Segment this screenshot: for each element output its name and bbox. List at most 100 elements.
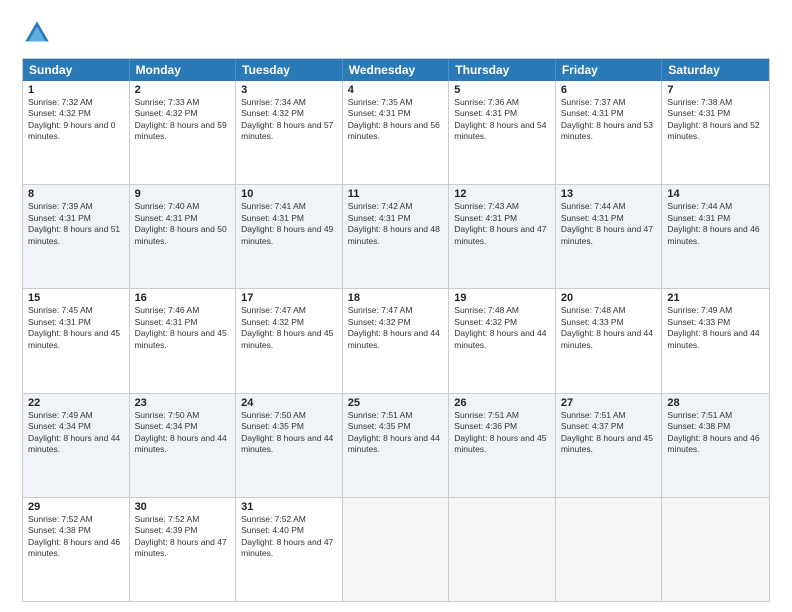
cal-cell: 27Sunrise: 7:51 AMSunset: 4:37 PMDayligh… (556, 394, 663, 497)
cell-info: Sunrise: 7:35 AMSunset: 4:31 PMDaylight:… (348, 97, 444, 143)
header-day-saturday: Saturday (662, 59, 769, 81)
cell-info: Sunrise: 7:44 AMSunset: 4:31 PMDaylight:… (667, 201, 764, 247)
cal-cell: 25Sunrise: 7:51 AMSunset: 4:35 PMDayligh… (343, 394, 450, 497)
cal-cell: 1Sunrise: 7:32 AMSunset: 4:32 PMDaylight… (23, 81, 130, 184)
cell-info: Sunrise: 7:52 AMSunset: 4:39 PMDaylight:… (135, 514, 231, 560)
day-number: 4 (348, 84, 444, 96)
cal-cell: 20Sunrise: 7:48 AMSunset: 4:33 PMDayligh… (556, 289, 663, 392)
day-number: 9 (135, 188, 231, 200)
calendar-body: 1Sunrise: 7:32 AMSunset: 4:32 PMDaylight… (23, 81, 769, 601)
cell-info: Sunrise: 7:51 AMSunset: 4:38 PMDaylight:… (667, 410, 764, 456)
cal-cell: 3Sunrise: 7:34 AMSunset: 4:32 PMDaylight… (236, 81, 343, 184)
day-number: 6 (561, 84, 657, 96)
cell-info: Sunrise: 7:42 AMSunset: 4:31 PMDaylight:… (348, 201, 444, 247)
day-number: 25 (348, 397, 444, 409)
cal-cell: 10Sunrise: 7:41 AMSunset: 4:31 PMDayligh… (236, 185, 343, 288)
day-number: 15 (28, 292, 124, 304)
cal-cell: 6Sunrise: 7:37 AMSunset: 4:31 PMDaylight… (556, 81, 663, 184)
cal-cell: 24Sunrise: 7:50 AMSunset: 4:35 PMDayligh… (236, 394, 343, 497)
day-number: 24 (241, 397, 337, 409)
cell-info: Sunrise: 7:32 AMSunset: 4:32 PMDaylight:… (28, 97, 124, 143)
cell-info: Sunrise: 7:45 AMSunset: 4:31 PMDaylight:… (28, 305, 124, 351)
cell-info: Sunrise: 7:38 AMSunset: 4:31 PMDaylight:… (667, 97, 764, 143)
cell-info: Sunrise: 7:52 AMSunset: 4:40 PMDaylight:… (241, 514, 337, 560)
cell-info: Sunrise: 7:51 AMSunset: 4:35 PMDaylight:… (348, 410, 444, 456)
day-number: 31 (241, 501, 337, 513)
day-number: 13 (561, 188, 657, 200)
cal-cell: 18Sunrise: 7:47 AMSunset: 4:32 PMDayligh… (343, 289, 450, 392)
cell-info: Sunrise: 7:44 AMSunset: 4:31 PMDaylight:… (561, 201, 657, 247)
header-day-sunday: Sunday (23, 59, 130, 81)
cal-cell (343, 498, 450, 601)
cal-cell: 31Sunrise: 7:52 AMSunset: 4:40 PMDayligh… (236, 498, 343, 601)
day-number: 16 (135, 292, 231, 304)
header-day-friday: Friday (556, 59, 663, 81)
day-number: 29 (28, 501, 124, 513)
day-number: 18 (348, 292, 444, 304)
cal-cell: 28Sunrise: 7:51 AMSunset: 4:38 PMDayligh… (662, 394, 769, 497)
day-number: 8 (28, 188, 124, 200)
calendar-header: SundayMondayTuesdayWednesdayThursdayFrid… (23, 59, 769, 81)
cal-cell: 13Sunrise: 7:44 AMSunset: 4:31 PMDayligh… (556, 185, 663, 288)
day-number: 30 (135, 501, 231, 513)
day-number: 10 (241, 188, 337, 200)
cell-info: Sunrise: 7:49 AMSunset: 4:34 PMDaylight:… (28, 410, 124, 456)
cal-cell: 2Sunrise: 7:33 AMSunset: 4:32 PMDaylight… (130, 81, 237, 184)
day-number: 11 (348, 188, 444, 200)
cell-info: Sunrise: 7:52 AMSunset: 4:38 PMDaylight:… (28, 514, 124, 560)
cell-info: Sunrise: 7:51 AMSunset: 4:37 PMDaylight:… (561, 410, 657, 456)
cell-info: Sunrise: 7:41 AMSunset: 4:31 PMDaylight:… (241, 201, 337, 247)
day-number: 20 (561, 292, 657, 304)
header (22, 18, 770, 48)
cal-cell: 26Sunrise: 7:51 AMSunset: 4:36 PMDayligh… (449, 394, 556, 497)
header-day-wednesday: Wednesday (343, 59, 450, 81)
day-number: 28 (667, 397, 764, 409)
week-row-3: 15Sunrise: 7:45 AMSunset: 4:31 PMDayligh… (23, 289, 769, 393)
cal-cell (449, 498, 556, 601)
cal-cell: 7Sunrise: 7:38 AMSunset: 4:31 PMDaylight… (662, 81, 769, 184)
logo-icon (22, 18, 52, 48)
day-number: 22 (28, 397, 124, 409)
cell-info: Sunrise: 7:47 AMSunset: 4:32 PMDaylight:… (348, 305, 444, 351)
cal-cell: 11Sunrise: 7:42 AMSunset: 4:31 PMDayligh… (343, 185, 450, 288)
cell-info: Sunrise: 7:37 AMSunset: 4:31 PMDaylight:… (561, 97, 657, 143)
cell-info: Sunrise: 7:33 AMSunset: 4:32 PMDaylight:… (135, 97, 231, 143)
header-day-tuesday: Tuesday (236, 59, 343, 81)
cal-cell: 14Sunrise: 7:44 AMSunset: 4:31 PMDayligh… (662, 185, 769, 288)
cal-cell (556, 498, 663, 601)
week-row-4: 22Sunrise: 7:49 AMSunset: 4:34 PMDayligh… (23, 394, 769, 498)
cell-info: Sunrise: 7:34 AMSunset: 4:32 PMDaylight:… (241, 97, 337, 143)
cal-cell: 4Sunrise: 7:35 AMSunset: 4:31 PMDaylight… (343, 81, 450, 184)
cal-cell: 17Sunrise: 7:47 AMSunset: 4:32 PMDayligh… (236, 289, 343, 392)
page: SundayMondayTuesdayWednesdayThursdayFrid… (0, 0, 792, 612)
week-row-2: 8Sunrise: 7:39 AMSunset: 4:31 PMDaylight… (23, 185, 769, 289)
cell-info: Sunrise: 7:46 AMSunset: 4:31 PMDaylight:… (135, 305, 231, 351)
day-number: 19 (454, 292, 550, 304)
header-day-monday: Monday (130, 59, 237, 81)
day-number: 27 (561, 397, 657, 409)
day-number: 3 (241, 84, 337, 96)
cal-cell: 15Sunrise: 7:45 AMSunset: 4:31 PMDayligh… (23, 289, 130, 392)
cell-info: Sunrise: 7:51 AMSunset: 4:36 PMDaylight:… (454, 410, 550, 456)
week-row-5: 29Sunrise: 7:52 AMSunset: 4:38 PMDayligh… (23, 498, 769, 601)
cal-cell: 23Sunrise: 7:50 AMSunset: 4:34 PMDayligh… (130, 394, 237, 497)
cal-cell: 12Sunrise: 7:43 AMSunset: 4:31 PMDayligh… (449, 185, 556, 288)
cal-cell (662, 498, 769, 601)
cell-info: Sunrise: 7:48 AMSunset: 4:32 PMDaylight:… (454, 305, 550, 351)
cal-cell: 5Sunrise: 7:36 AMSunset: 4:31 PMDaylight… (449, 81, 556, 184)
day-number: 7 (667, 84, 764, 96)
cal-cell: 30Sunrise: 7:52 AMSunset: 4:39 PMDayligh… (130, 498, 237, 601)
cell-info: Sunrise: 7:50 AMSunset: 4:34 PMDaylight:… (135, 410, 231, 456)
day-number: 5 (454, 84, 550, 96)
cell-info: Sunrise: 7:48 AMSunset: 4:33 PMDaylight:… (561, 305, 657, 351)
cell-info: Sunrise: 7:47 AMSunset: 4:32 PMDaylight:… (241, 305, 337, 351)
cell-info: Sunrise: 7:40 AMSunset: 4:31 PMDaylight:… (135, 201, 231, 247)
day-number: 23 (135, 397, 231, 409)
cell-info: Sunrise: 7:39 AMSunset: 4:31 PMDaylight:… (28, 201, 124, 247)
cal-cell: 19Sunrise: 7:48 AMSunset: 4:32 PMDayligh… (449, 289, 556, 392)
cal-cell: 22Sunrise: 7:49 AMSunset: 4:34 PMDayligh… (23, 394, 130, 497)
day-number: 17 (241, 292, 337, 304)
day-number: 1 (28, 84, 124, 96)
week-row-1: 1Sunrise: 7:32 AMSunset: 4:32 PMDaylight… (23, 81, 769, 185)
day-number: 14 (667, 188, 764, 200)
